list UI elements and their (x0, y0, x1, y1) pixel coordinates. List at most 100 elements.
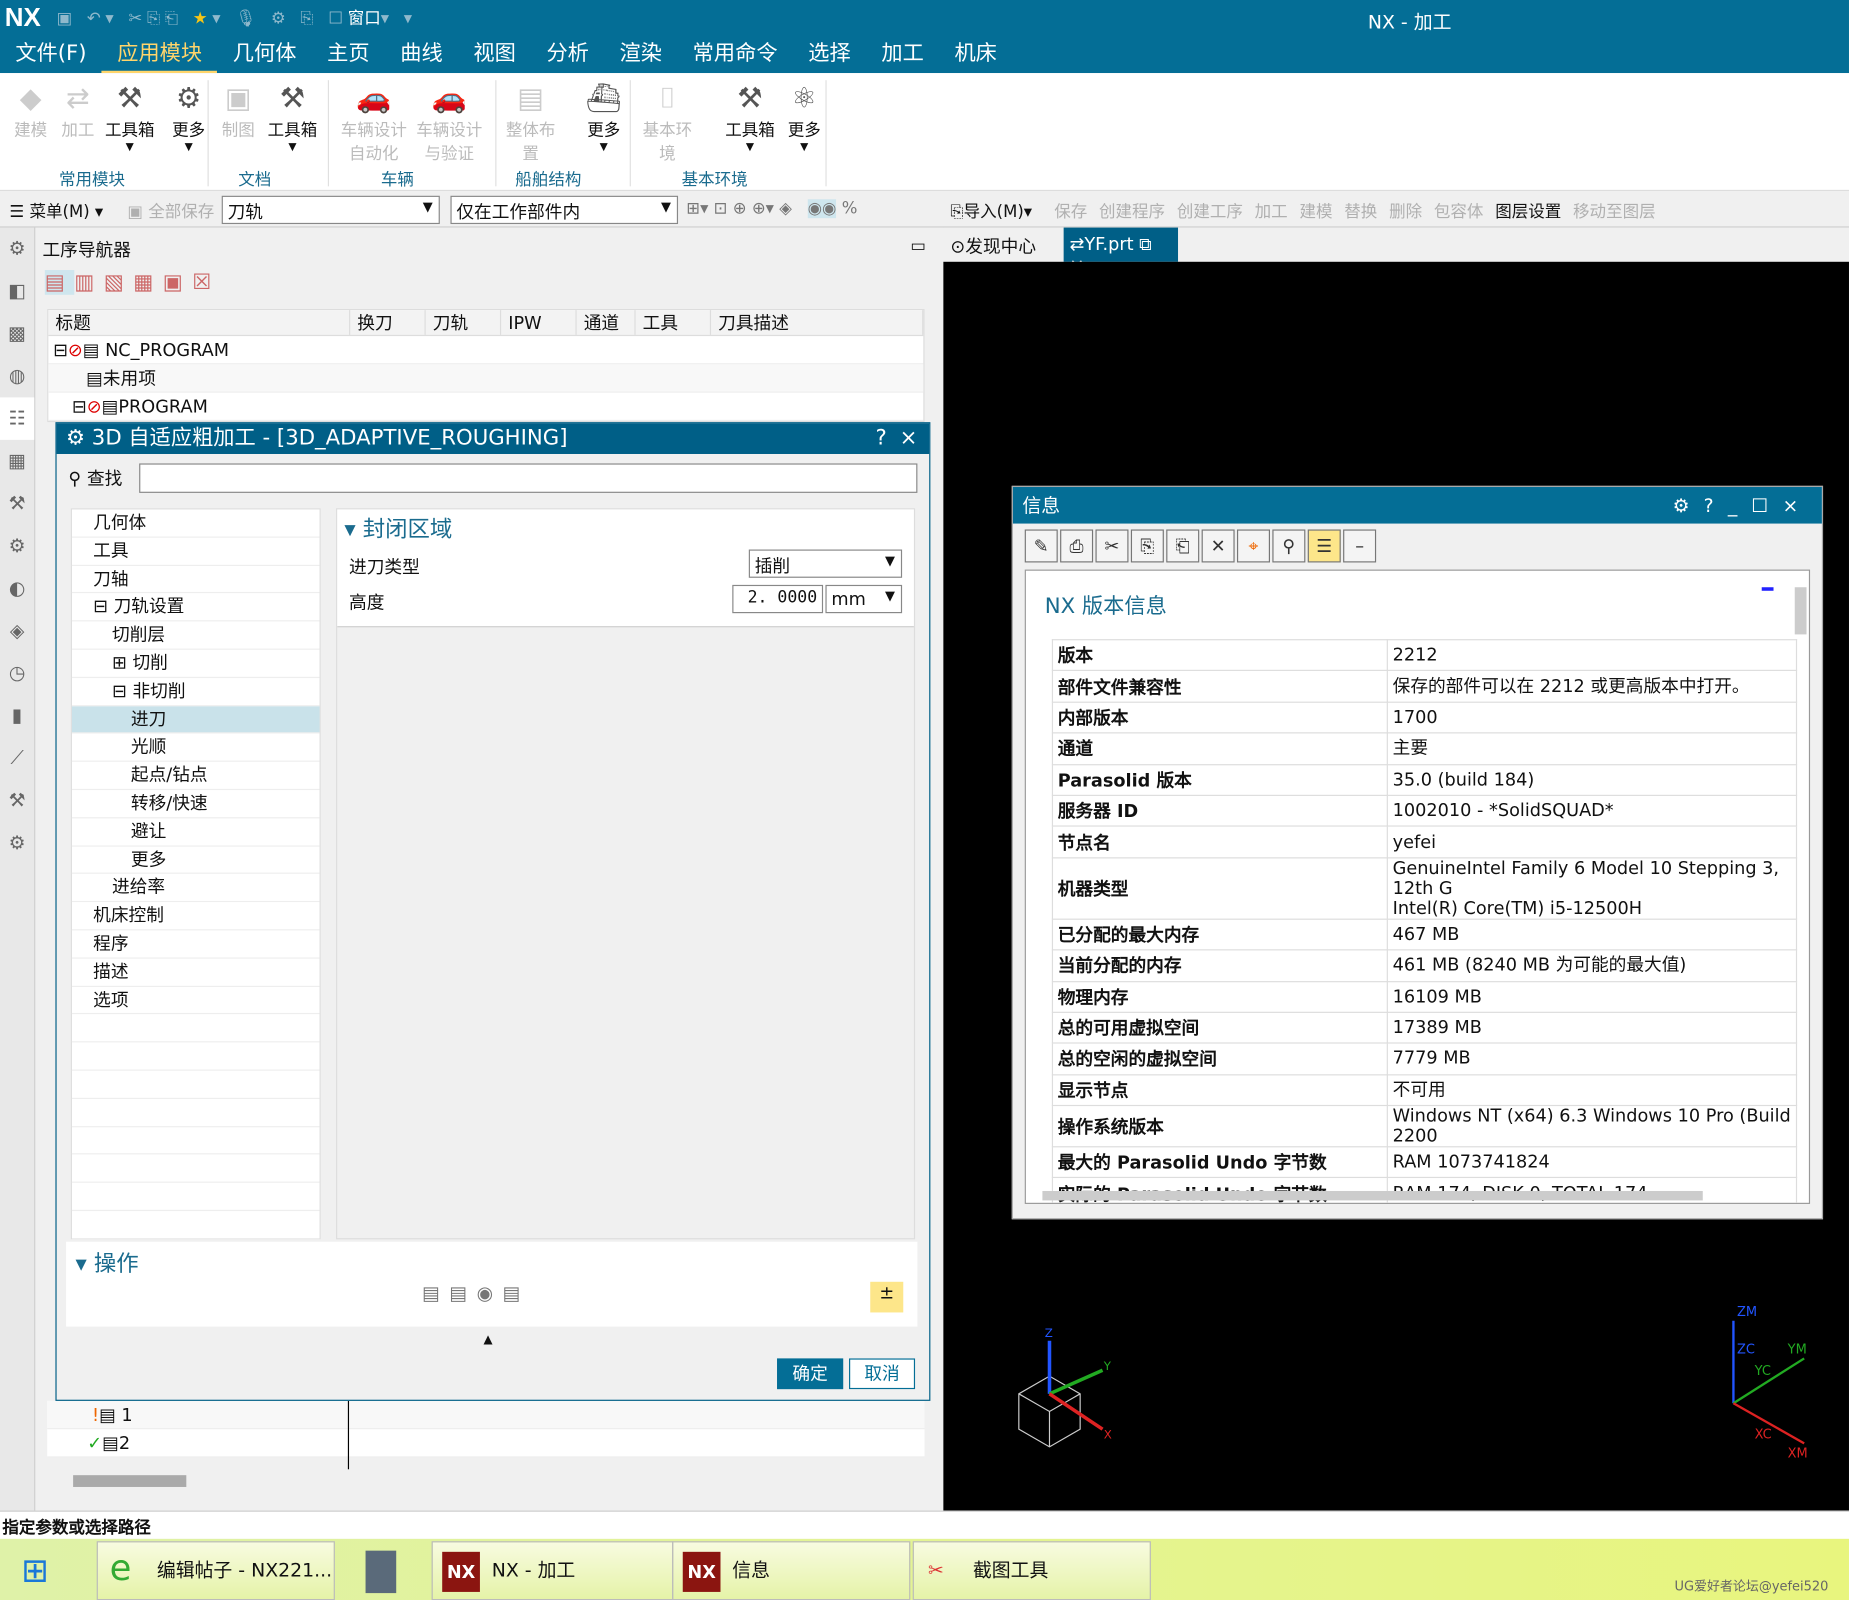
toolbox-icon[interactable]: ⚒ (0, 779, 34, 821)
table-row[interactable]: ⊟⊘▤PROGRAM (48, 393, 924, 421)
tree-item[interactable]: 切削层 (71, 622, 320, 650)
table-row[interactable]: ✓▤2 (47, 1429, 925, 1458)
help-button[interactable]: ? (875, 423, 886, 454)
tree-item[interactable]: 进刀 (71, 705, 320, 734)
height-input[interactable]: 2. 0000 (732, 584, 824, 614)
taskbar-item-nx[interactable]: NX NX - 加工 (431, 1541, 674, 1600)
measure-icon[interactable]: ⟋ (0, 737, 34, 779)
regen-icon[interactable]: ± (870, 1281, 904, 1313)
ok-button[interactable]: 确定 (777, 1358, 844, 1390)
process-icon[interactable]: ⚙ (0, 822, 34, 864)
machine-icon[interactable]: ▦ (0, 440, 34, 482)
menu-item[interactable]: 选择 (793, 38, 866, 73)
tree-item[interactable]: 光顺 (71, 734, 320, 762)
toolbar-button[interactable]: 加工 (1255, 199, 1288, 223)
menu-item[interactable]: 渲染 (604, 38, 677, 73)
ribbon-group-label[interactable]: 车辆 (381, 167, 414, 191)
paste-icon[interactable]: ⎗ (1166, 529, 1200, 563)
column-header[interactable]: IPW (501, 310, 577, 335)
column-header[interactable]: 换刀 (350, 310, 426, 335)
section-operations[interactable]: ▾ 操作 (75, 1246, 138, 1278)
menu-item[interactable]: 应用模块 (101, 38, 218, 74)
menu-item[interactable]: 视图 (458, 38, 531, 73)
column-header[interactable]: 标题 (48, 310, 351, 335)
ribbon-button[interactable]: ▣ 制图 (212, 78, 264, 142)
menu-item[interactable]: 分析 (531, 38, 604, 73)
tree-item[interactable]: ⊟ 刀轨设置 (71, 594, 320, 622)
taskbar-item-snipping[interactable]: ✂ 截图工具 (912, 1541, 1151, 1600)
operation-navigator-icon[interactable]: ☷ (0, 397, 35, 440)
ribbon-button[interactable]: 🚗 车辆设计自动化 (337, 78, 410, 165)
wrap-icon[interactable]: ☰ (1307, 529, 1341, 563)
ribbon-button[interactable]: ⚒ 工具箱 ▼ (104, 78, 156, 153)
snap-icons[interactable]: ⊞▾ ⊡ ⊕ ⊕▾ ◈ ◉◉ % (686, 199, 857, 219)
info-title-bar[interactable]: 信息 ⚙?_☐× (1012, 487, 1822, 524)
copy-icon[interactable]: ⎘ (1130, 529, 1164, 563)
minimize-icon[interactable]: – (1343, 529, 1377, 563)
ribbon-button[interactable]: ⚒ 工具箱 ▼ (724, 78, 776, 153)
locate-icon[interactable]: ⌖ (1236, 529, 1270, 563)
tree-item[interactable]: 转移/快速 (71, 790, 320, 819)
history-icon[interactable]: ◷ (0, 652, 34, 694)
table-row[interactable]: ⊟⊘▤ NC_PROGRAM (48, 336, 924, 365)
search-input[interactable] (139, 463, 918, 493)
constraint-icon[interactable]: ◍ (0, 355, 34, 397)
maximize-icon[interactable]: ▭ (910, 237, 926, 256)
toolbar-button[interactable]: 保存 (1054, 199, 1087, 223)
column-header[interactable]: 刀轨 (426, 310, 502, 335)
tree-item[interactable]: 程序 (71, 930, 320, 959)
menu-item[interactable]: 常用命令 (677, 38, 793, 73)
menu-item[interactable]: 机床 (939, 38, 1012, 73)
menu-item[interactable]: 主页 (312, 38, 385, 73)
ribbon-group-label[interactable]: 基本环境 (682, 167, 748, 191)
save-icon[interactable]: ✎ (1024, 529, 1058, 563)
ribbon-button[interactable]: ⚒ 工具箱 ▼ (266, 78, 318, 153)
ribbon-button[interactable]: ⇄ 加工 (52, 78, 104, 142)
cut-icon[interactable]: ✂ (1095, 529, 1129, 563)
window-menu[interactable]: 窗口 (348, 9, 381, 28)
vertical-scrollbar[interactable] (1794, 587, 1807, 635)
engage-type-select[interactable]: 插削 ▼ (748, 549, 903, 578)
find-icon[interactable]: ⚲ (1272, 529, 1306, 563)
column-header[interactable]: 通道 (577, 310, 636, 335)
toolbar-button[interactable]: 创建程序 (1099, 199, 1165, 223)
part-navigator-icon[interactable]: ◧ (0, 270, 34, 312)
ribbon-button[interactable]: ⛴ 更多 ▼ (578, 78, 630, 153)
column-header[interactable]: 刀具描述 (711, 310, 924, 335)
toolbar-button[interactable]: 图层设置 (1495, 199, 1561, 223)
table-row[interactable]: ▤未用项 (48, 364, 924, 393)
web-icon[interactable]: ◈ (0, 610, 34, 652)
tree-item[interactable]: ⊞ 切削 (71, 650, 320, 678)
reuse-icon[interactable]: ⚙ (0, 525, 34, 567)
tree-item[interactable]: 描述 (71, 958, 320, 987)
horizontal-scrollbar[interactable] (73, 1475, 187, 1487)
height-unit-select[interactable]: mm ▼ (825, 584, 903, 614)
toolbar-button[interactable]: 创建工序 (1177, 199, 1243, 223)
tree-item[interactable]: 避让 (71, 818, 320, 847)
quick-access-toolbar[interactable]: ▣ ↶▾ ✂⎘⎗ ★▾ 🎙 ⚙ ⎘ ☐窗口▾ ▾ (57, 6, 417, 30)
ribbon-button[interactable]: ◆ 建模 (5, 78, 57, 142)
settings-icon[interactable]: ⚙ (0, 228, 34, 270)
tab-discovery-center[interactable]: ⊙发现中心 (950, 233, 1036, 258)
role-icon[interactable]: ◐ (0, 567, 34, 609)
import-button[interactable]: ⎘导入(M)▾ (950, 199, 1032, 223)
tree-item[interactable]: 进给率 (71, 874, 320, 903)
menu-button[interactable]: ☰ 菜单(M) ▾ (9, 199, 103, 223)
tree-item[interactable]: ⊟ 非切削 (71, 678, 320, 706)
window-controls[interactable]: ⚙?_☐× (1673, 487, 1813, 524)
selection-scope-select[interactable]: 仅在工作部件内 ▼ (450, 195, 679, 225)
tree-item[interactable]: 起点/钻点 (71, 762, 320, 791)
toolbar-button[interactable]: 包容体 (1434, 199, 1484, 223)
table-row[interactable]: !▤ 1 (47, 1400, 925, 1430)
tree-item[interactable]: 机床控制 (71, 902, 320, 931)
taskbar-item-browser[interactable]: e 编辑帖子 - NX221... (96, 1541, 335, 1600)
tab-yf-prt[interactable]: ⇄YF.prt ⧉ × (1063, 227, 1179, 276)
toolbar-button[interactable]: 替换 (1344, 199, 1377, 223)
menu-item[interactable]: 曲线 (385, 38, 458, 73)
view-toolbar[interactable]: ▤▥▧▦▣☒ (44, 270, 221, 295)
generate-verify-buttons[interactable]: ▤▤◉▤ (422, 1282, 530, 1304)
ribbon-group-label[interactable]: 常用模块 (59, 167, 125, 191)
ribbon-group-label[interactable]: 文档 (238, 167, 271, 191)
toolbar-button[interactable]: 移动至图层 (1573, 199, 1656, 223)
menu-item[interactable]: 文件(F) (0, 38, 102, 73)
